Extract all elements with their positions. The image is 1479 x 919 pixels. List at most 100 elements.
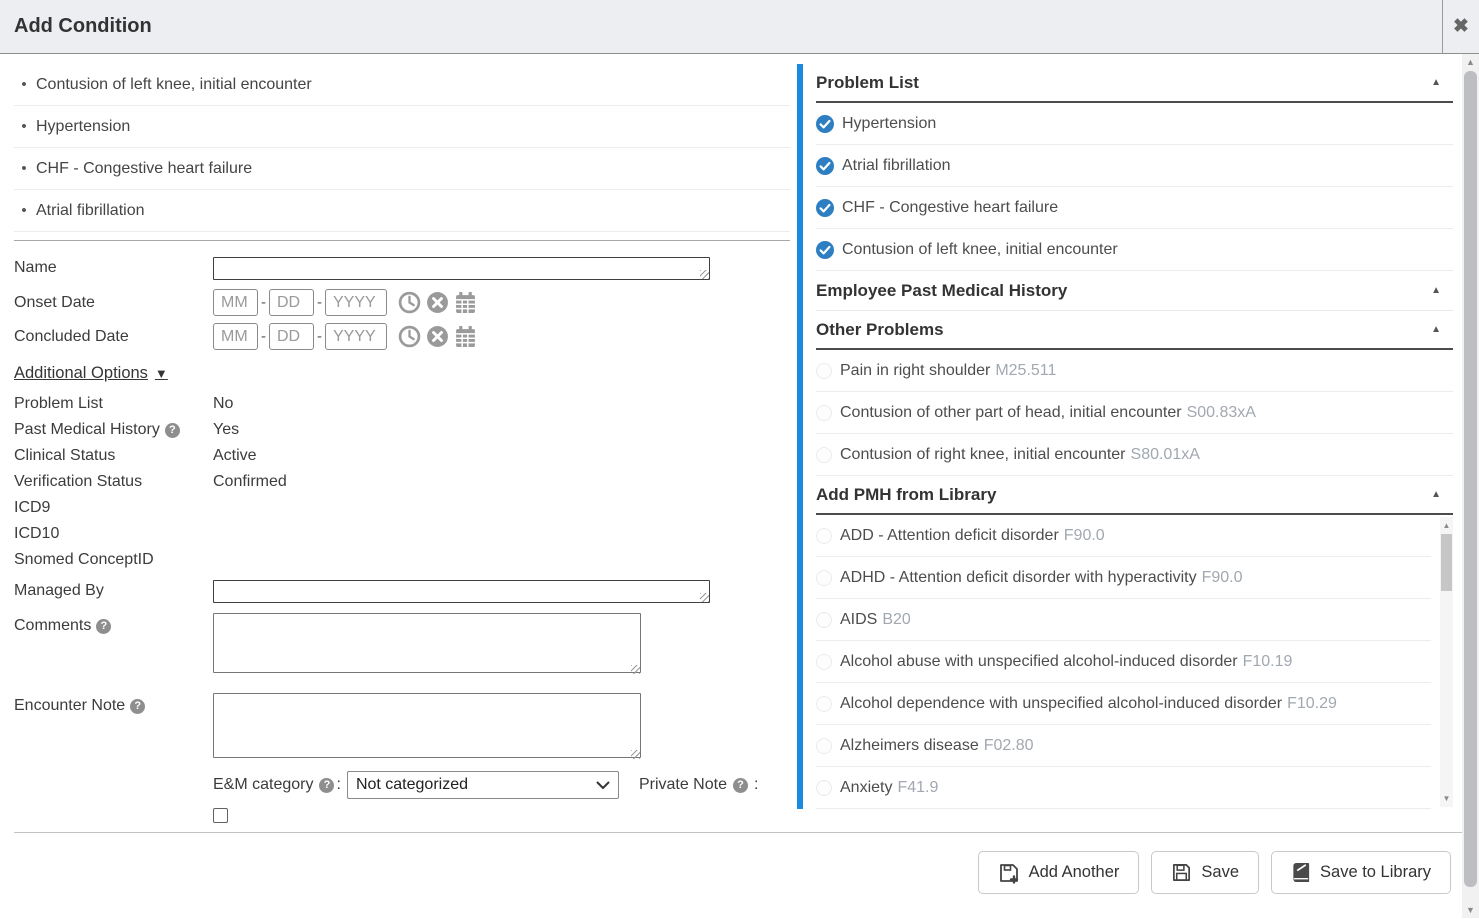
help-icon[interactable]: ?	[96, 619, 111, 634]
onset-month-field[interactable]	[213, 289, 258, 316]
list-item: • Atrial fibrillation	[14, 190, 790, 232]
collapse-icon[interactable]: ▲	[1431, 324, 1441, 335]
help-icon[interactable]: ?	[165, 423, 180, 438]
additional-options-link[interactable]: Additional Options ▼	[14, 364, 168, 383]
problem-list-item[interactable]: CHF - Congestive heart failure	[816, 187, 1453, 229]
save-icon	[1171, 862, 1192, 883]
concluded-day-field[interactable]	[269, 323, 314, 350]
private-note-label: Private Note	[639, 776, 727, 794]
problem-list-item[interactable]: Atrial fibrillation	[816, 145, 1453, 187]
verification-status-value: Confirmed	[213, 473, 287, 491]
radio-icon[interactable]	[816, 363, 832, 379]
collapse-icon[interactable]: ▲	[1431, 77, 1441, 88]
radio-icon[interactable]	[816, 447, 832, 463]
library-item[interactable]: ADHD - Attention deficit disorder with h…	[816, 557, 1431, 599]
scroll-down-icon[interactable]: ▼	[1440, 792, 1453, 805]
radio-icon[interactable]	[816, 654, 832, 670]
name-field[interactable]	[213, 257, 710, 280]
book-icon	[1291, 862, 1311, 883]
library-item[interactable]: AIDSB20	[816, 599, 1431, 641]
managed-by-field[interactable]	[213, 580, 710, 603]
other-problems-section-header[interactable]: Other Problems ▲	[816, 311, 1453, 350]
library-item[interactable]: AnxietyF41.9	[816, 767, 1431, 809]
encounter-note-field[interactable]	[213, 693, 641, 758]
add-pmh-library-section-header[interactable]: Add PMH from Library ▲	[816, 476, 1453, 515]
dropdown-caret-icon: ▼	[155, 366, 168, 381]
concluded-month-field[interactable]	[213, 323, 258, 350]
list-item: • Contusion of left knee, initial encoun…	[14, 64, 790, 106]
library-item[interactable]: Alcohol dependence with unspecified alco…	[816, 683, 1431, 725]
library-item[interactable]: ADD - Attention deficit disorderF90.0	[816, 515, 1431, 557]
problem-list-section-header[interactable]: Problem List ▲	[816, 64, 1453, 103]
list-item: • Hypertension	[14, 106, 790, 148]
onset-date-label: Onset Date	[14, 294, 213, 312]
problem-list-item[interactable]: Hypertension	[816, 103, 1453, 145]
radio-icon[interactable]	[816, 612, 832, 628]
encounter-note-label: Encounter Note	[14, 697, 125, 715]
problem-name: Contusion of right knee, initial encount…	[840, 446, 1126, 463]
radio-icon[interactable]	[816, 780, 832, 796]
icd-code: F90.0	[1064, 527, 1105, 544]
radio-icon[interactable]	[816, 738, 832, 754]
check-circle-icon	[816, 115, 834, 133]
help-icon[interactable]: ?	[130, 699, 145, 714]
problem-list-item[interactable]: Contusion of left knee, initial encounte…	[816, 229, 1453, 271]
help-icon[interactable]: ?	[733, 778, 748, 793]
icd-code: F10.19	[1243, 653, 1293, 670]
icd-code: S80.01xA	[1131, 446, 1200, 463]
clear-date-icon[interactable]	[426, 291, 449, 314]
library-scrollbar[interactable]: ▲ ▼	[1440, 517, 1453, 807]
close-icon[interactable]: ✖	[1442, 0, 1479, 53]
radio-icon[interactable]	[816, 696, 832, 712]
clock-icon[interactable]	[398, 291, 421, 314]
private-note-checkbox[interactable]	[213, 808, 228, 823]
check-circle-icon	[816, 241, 834, 259]
other-problem-item[interactable]: Contusion of right knee, initial encount…	[816, 434, 1453, 476]
bullet-icon: •	[14, 76, 34, 93]
radio-icon[interactable]	[816, 570, 832, 586]
icd-code: F41.9	[897, 779, 938, 796]
icd-code: S00.83xA	[1187, 404, 1256, 421]
check-circle-icon	[816, 199, 834, 217]
radio-icon[interactable]	[816, 405, 832, 421]
onset-year-field[interactable]	[325, 289, 387, 316]
footer-actions: Add Another Save Save to Library	[978, 851, 1451, 894]
date-separator: -	[317, 328, 322, 345]
collapse-icon[interactable]: ▲	[1431, 489, 1441, 500]
clinical-status-value: Active	[213, 447, 257, 465]
concluded-year-field[interactable]	[325, 323, 387, 350]
other-problem-item[interactable]: Contusion of other part of head, initial…	[816, 392, 1453, 434]
employee-pmh-section-header[interactable]: Employee Past Medical History ▲	[816, 271, 1453, 311]
add-another-button[interactable]: Add Another	[978, 851, 1140, 894]
name-label: Name	[14, 259, 213, 277]
clock-icon[interactable]	[398, 325, 421, 348]
collapse-icon[interactable]: ▲	[1431, 285, 1441, 296]
calendar-icon[interactable]	[454, 291, 477, 314]
concluded-date-label: Concluded Date	[14, 328, 213, 346]
library-item[interactable]: Alzheimers diseaseF02.80	[816, 725, 1431, 767]
radio-icon[interactable]	[816, 528, 832, 544]
scroll-down-icon[interactable]: ▼	[1462, 902, 1479, 918]
library-item[interactable]: Alcohol abuse with unspecified alcohol-i…	[816, 641, 1431, 683]
pmh-library-list: ADD - Attention deficit disorderF90.0 AD…	[816, 515, 1453, 809]
scroll-up-icon[interactable]: ▲	[1440, 519, 1453, 532]
em-category-selected-value: Not categorized	[356, 776, 468, 794]
scrollbar-thumb[interactable]	[1464, 71, 1477, 887]
condition-name: Atrial fibrillation	[36, 202, 144, 220]
condition-name: Contusion of left knee, initial encounte…	[36, 76, 312, 94]
managed-by-label: Managed By	[14, 582, 213, 600]
help-icon[interactable]: ?	[319, 778, 334, 793]
scroll-up-icon[interactable]: ▲	[1462, 54, 1479, 70]
clear-date-icon[interactable]	[426, 325, 449, 348]
page-scrollbar[interactable]: ▲ ▼	[1462, 54, 1479, 918]
comments-label: Comments	[14, 617, 91, 635]
other-problem-item[interactable]: Pain in right shoulderM25.511	[816, 350, 1453, 392]
em-category-select[interactable]: Not categorized	[347, 771, 619, 799]
scrollbar-thumb[interactable]	[1441, 534, 1452, 591]
save-to-library-button[interactable]: Save to Library	[1271, 851, 1451, 894]
onset-day-field[interactable]	[269, 289, 314, 316]
calendar-icon[interactable]	[454, 325, 477, 348]
save-button[interactable]: Save	[1151, 851, 1259, 894]
icd-code: F90.0	[1202, 569, 1243, 586]
comments-field[interactable]	[213, 613, 641, 673]
